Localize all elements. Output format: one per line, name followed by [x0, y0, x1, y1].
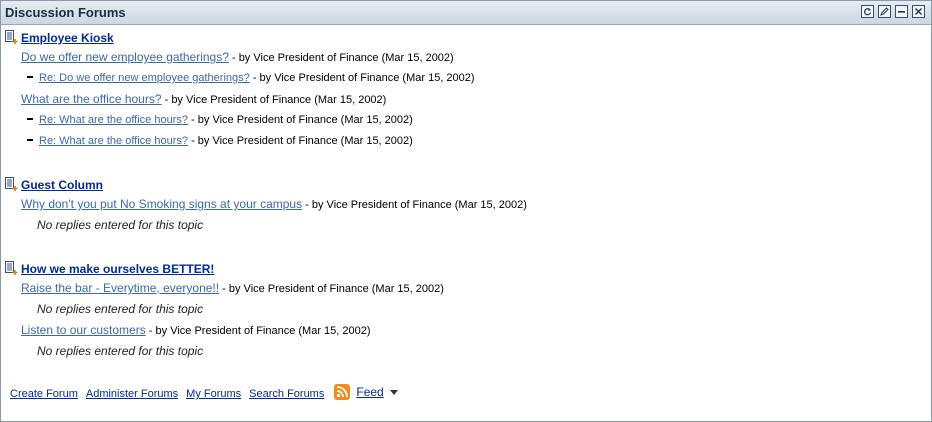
forum-title-link[interactable]: Guest Column [21, 178, 103, 192]
forum-list-icon [5, 177, 19, 192]
topic-meta: - by Vice President of Finance (Mar 15, … [222, 283, 444, 295]
forum-header: How we make ourselves BETTER! [5, 260, 214, 276]
no-replies-row: No replies entered for this topic [37, 302, 203, 316]
forum-title-link[interactable]: Employee Kiosk [21, 31, 114, 45]
reply-row: Re: Do we offer new employee gatherings?… [27, 72, 475, 84]
topic-meta: - by Vice President of Finance (Mar 15, … [164, 94, 387, 106]
topic-meta: - by Vice President of Finance (Mar 15, … [231, 52, 454, 64]
discussion-forums-portlet: Discussion Forums Employee Kiosk Do we o… [0, 0, 932, 422]
topic-meta: - by Vice President of Finance (Mar 15, … [305, 199, 527, 211]
minimize-icon[interactable] [895, 5, 908, 18]
my-forums-link[interactable]: My Forums [186, 388, 241, 400]
topic-row: Why don't you put No Smoking signs at yo… [21, 197, 527, 211]
topic-link[interactable]: Why don't you put No Smoking signs at yo… [21, 197, 302, 211]
topic-link[interactable]: Listen to our customers [21, 323, 146, 337]
chevron-down-icon[interactable] [389, 389, 398, 395]
reply-link[interactable]: Re: Do we offer new employee gatherings? [39, 72, 250, 84]
forum-list-icon [5, 30, 19, 45]
topic-link[interactable]: Do we offer new employee gatherings? [21, 50, 229, 64]
no-replies-text: No replies entered for this topic [37, 218, 204, 232]
reply-row: Re: What are the office hours? - by Vice… [27, 114, 413, 126]
portlet-controls [861, 5, 925, 18]
topic-row: Raise the bar - Everytime, everyone!! - … [21, 281, 444, 295]
topic-row: Do we offer new employee gatherings? - b… [21, 50, 454, 64]
reply-link[interactable]: Re: What are the office hours? [39, 114, 188, 126]
forum-header: Employee Kiosk [5, 29, 114, 45]
reply-meta: - by Vice President of Finance (Mar 15, … [191, 135, 413, 147]
rss-icon[interactable] [334, 384, 351, 400]
no-replies-row: No replies entered for this topic [37, 218, 203, 232]
feed-link[interactable]: Feed [356, 385, 383, 399]
search-forums-link[interactable]: Search Forums [249, 388, 324, 400]
create-forum-link[interactable]: Create Forum [10, 388, 78, 400]
portlet-title: Discussion Forums [5, 5, 126, 20]
forum-title-link[interactable]: How we make ourselves BETTER! [21, 262, 214, 276]
reply-meta: - by Vice President of Finance (Mar 15, … [191, 114, 413, 126]
reply-row: Re: What are the office hours? - by Vice… [27, 135, 413, 147]
reply-link[interactable]: Re: What are the office hours? [39, 135, 188, 147]
administer-forums-link[interactable]: Administer Forums [86, 388, 178, 400]
reply-meta: - by Vice President of Finance (Mar 15, … [252, 72, 475, 84]
topic-row: Listen to our customers - by Vice Presid… [21, 323, 371, 337]
no-replies-text: No replies entered for this topic [37, 302, 204, 316]
refresh-icon[interactable] [861, 5, 874, 18]
portlet-footer: Create Forum Administer Forums My Forums… [10, 384, 398, 402]
reply-bullet [27, 118, 33, 121]
topic-link[interactable]: Raise the bar - Everytime, everyone!! [21, 281, 219, 295]
reply-bullet [27, 76, 33, 79]
reply-bullet [27, 139, 33, 142]
topic-link[interactable]: What are the office hours? [21, 92, 162, 106]
topic-meta: - by Vice President of Finance (Mar 15, … [148, 325, 371, 337]
no-replies-row: No replies entered for this topic [37, 344, 203, 358]
topic-row: What are the office hours? - by Vice Pre… [21, 92, 386, 106]
close-icon[interactable] [912, 5, 925, 18]
portlet-titlebar: Discussion Forums [1, 1, 931, 25]
no-replies-text: No replies entered for this topic [37, 344, 204, 358]
edit-icon[interactable] [878, 5, 891, 18]
forum-header: Guest Column [5, 176, 103, 192]
forum-list-icon [5, 261, 19, 276]
